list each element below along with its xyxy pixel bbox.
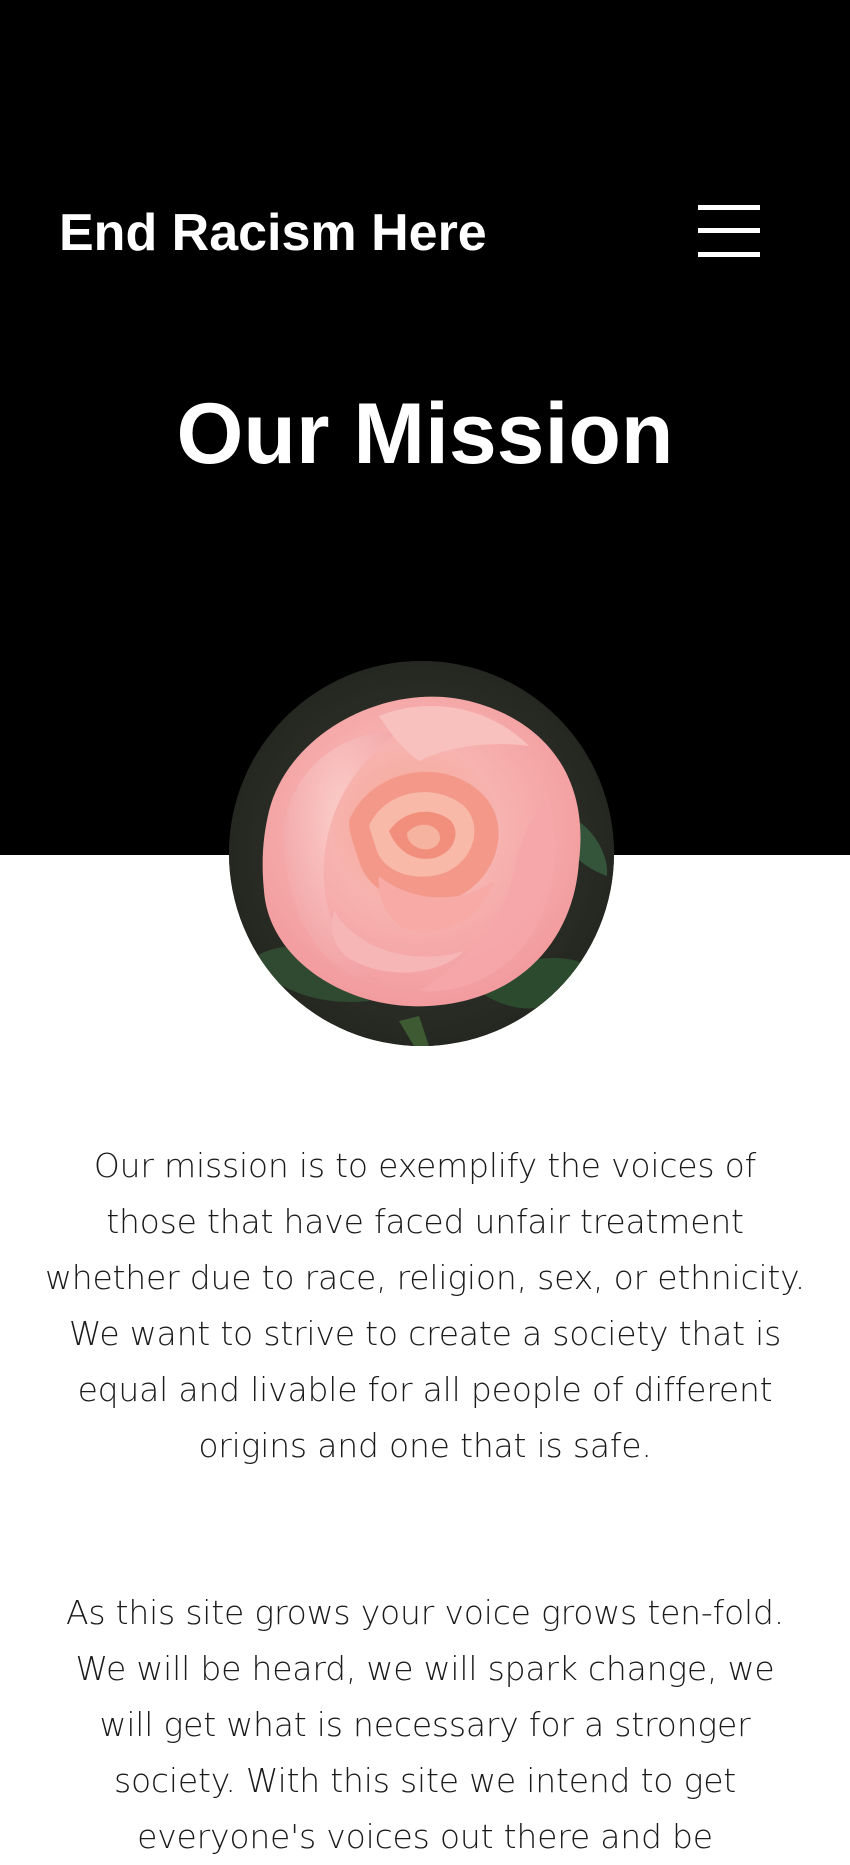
hamburger-menu-icon[interactable]: [698, 200, 760, 262]
menu-bar-bottom: [698, 252, 760, 257]
mission-paragraph-1: Our mission is to exemplify the voices o…: [44, 1146, 806, 1465]
menu-bar-middle: [698, 228, 760, 233]
rose-image: [229, 661, 614, 1046]
page-title: Our Mission: [176, 386, 674, 482]
rose-illustration: [229, 661, 614, 1046]
site-title[interactable]: End Racism Here: [59, 198, 487, 268]
mission-paragraph-2: As this site grows your voice grows ten-…: [65, 1593, 785, 1856]
menu-bar-top: [698, 205, 760, 210]
